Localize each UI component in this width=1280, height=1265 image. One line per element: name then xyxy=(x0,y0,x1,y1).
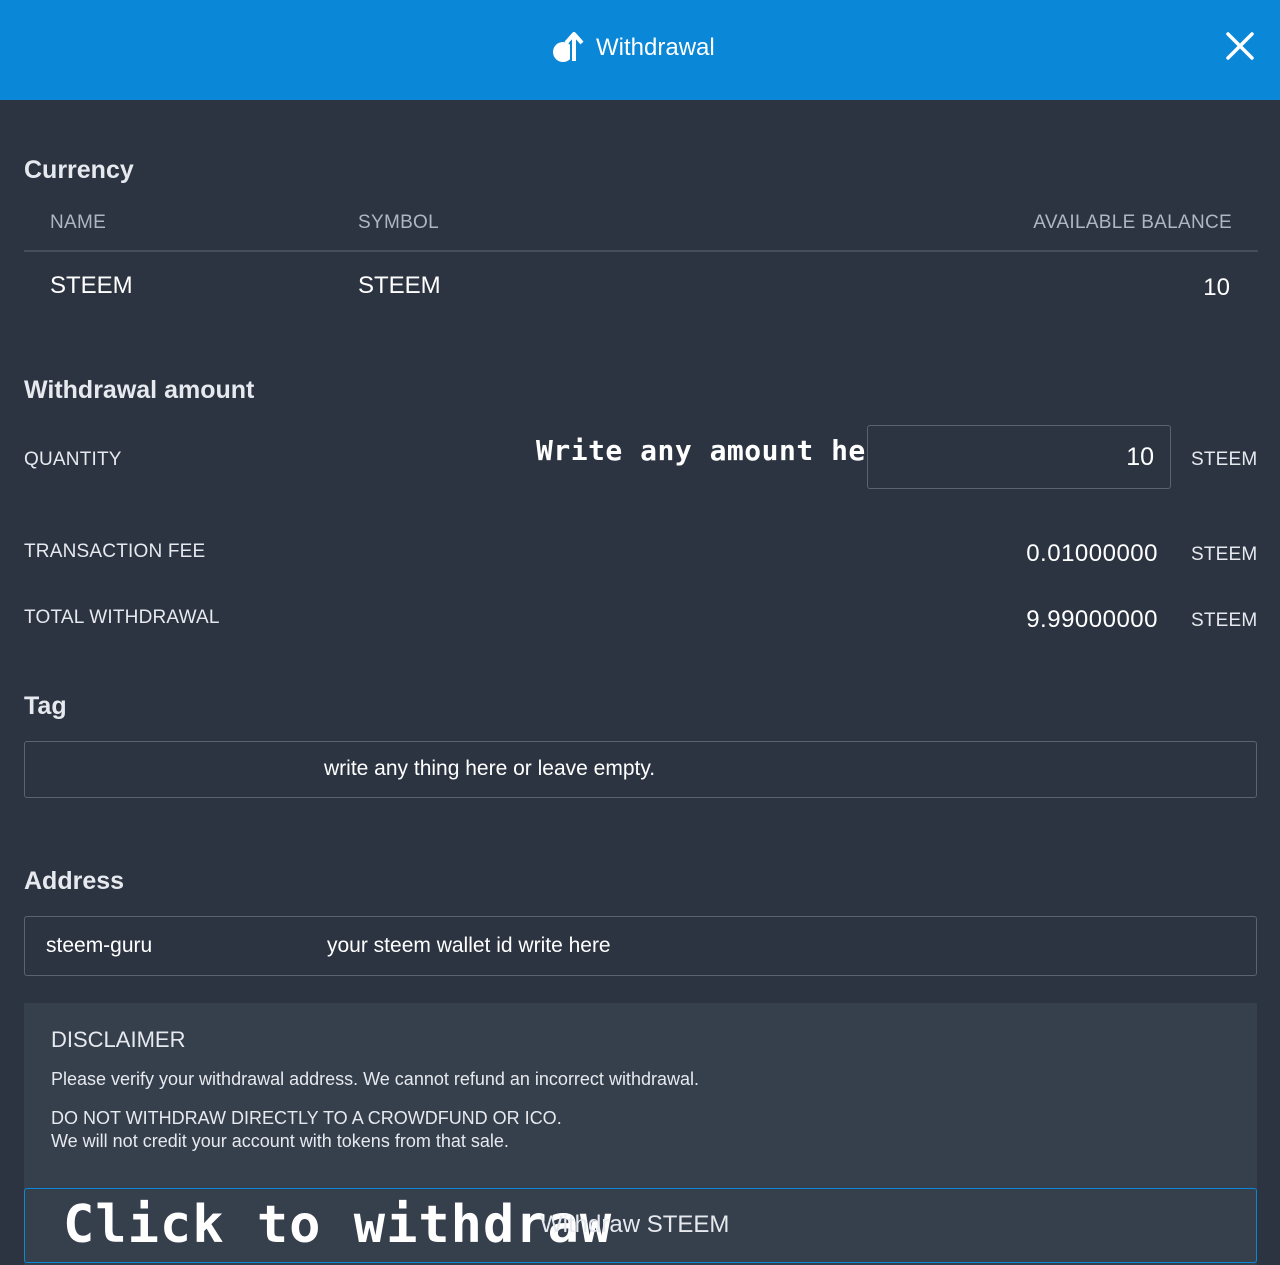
quantity-unit: STEEM xyxy=(1191,449,1258,470)
modal-header: Withdrawal xyxy=(0,0,1280,100)
address-input-value: steem-guru xyxy=(46,934,153,957)
table-divider xyxy=(24,250,1258,252)
withdrawal-amount-section-title: Withdrawal amount xyxy=(24,376,255,404)
close-icon xyxy=(1226,32,1254,60)
tag-input-note: write any thing here or leave empty. xyxy=(324,757,656,780)
withdrawal-arrow-icon xyxy=(550,31,584,65)
currency-symbol-cell: STEEM xyxy=(358,272,441,299)
currency-name-cell: STEEM xyxy=(50,272,133,299)
currency-section-title: Currency xyxy=(24,156,134,184)
total-withdrawal-unit: STEEM xyxy=(1191,610,1258,631)
disclaimer-title: DISCLAIMER xyxy=(51,1027,186,1052)
available-balance-cell: 10 xyxy=(1203,274,1230,301)
disclaimer-line-warning: DO NOT WITHDRAW DIRECTLY TO A CROWDFUND … xyxy=(51,1108,562,1128)
tag-section-title: Tag xyxy=(24,692,67,720)
modal-title: Withdrawal xyxy=(550,28,715,68)
transaction-fee-value: 0.01000000 xyxy=(1026,540,1158,567)
total-withdrawal-label: TOTAL WITHDRAWAL xyxy=(24,607,220,628)
quantity-hint-annotation: Write any amount here xyxy=(536,434,901,467)
withdraw-hint-annotation: Click to withdraw xyxy=(63,1195,613,1255)
column-header-symbol: SYMBOL xyxy=(358,212,439,233)
close-button[interactable] xyxy=(1222,28,1258,64)
withdraw-button-label: Withdraw STEEM xyxy=(540,1211,730,1238)
disclaimer-line-credit: We will not credit your account with tok… xyxy=(51,1131,509,1151)
address-section-title: Address xyxy=(24,867,125,895)
column-header-name: NAME xyxy=(50,212,107,233)
address-input[interactable]: steem-guru your steem wallet id write he… xyxy=(24,916,1257,976)
address-input-note: your steem wallet id write here xyxy=(327,934,611,957)
withdraw-button[interactable]: Click to withdraw Withdraw STEEM xyxy=(24,1188,1257,1263)
modal-title-text: Withdrawal xyxy=(596,34,715,61)
tag-input[interactable]: write any thing here or leave empty. xyxy=(24,741,1257,798)
transaction-fee-label: TRANSACTION FEE xyxy=(24,541,206,562)
column-header-available-balance: AVAILABLE BALANCE xyxy=(1033,212,1232,233)
quantity-label: QUANTITY xyxy=(24,449,122,470)
transaction-fee-unit: STEEM xyxy=(1191,544,1258,565)
total-withdrawal-value: 9.99000000 xyxy=(1026,606,1158,633)
disclaimer-line-verify: Please verify your withdrawal address. W… xyxy=(51,1069,699,1089)
quantity-input[interactable] xyxy=(867,425,1171,489)
